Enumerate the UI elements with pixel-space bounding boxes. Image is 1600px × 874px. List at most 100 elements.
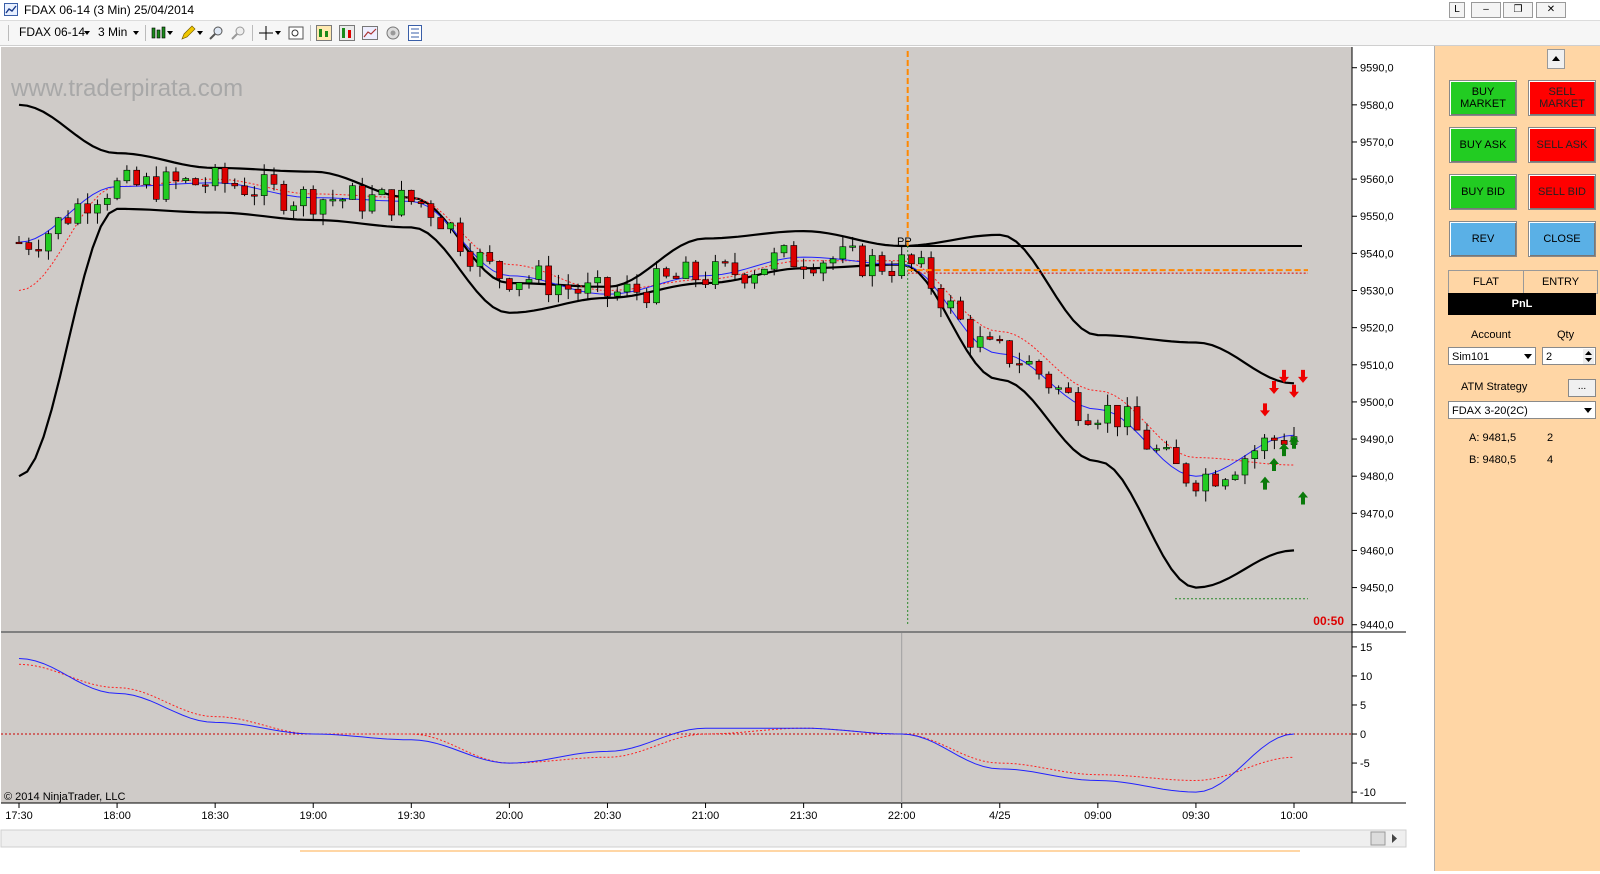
bull-candle [182,178,190,181]
buy-ask-button[interactable]: BUY ASK [1449,127,1517,163]
bull-candle [378,189,386,196]
bull-candle [525,279,533,283]
oscillator-panel[interactable] [1,633,1352,803]
price-tick-label: 9510,0 [1360,360,1394,372]
price-tick-label: 9570,0 [1360,137,1394,149]
bull-candle [123,169,131,182]
account-dropdown[interactable]: Sim101 [1448,347,1536,365]
time-tick-label: 18:00 [103,810,131,822]
bear-candle [672,275,680,279]
bear-candle [702,279,709,285]
bear-candle [496,261,503,279]
chart-area[interactable]: 9590,0 9580,0 9570,0 9560,0 9550,0 9540,0 9530… [0,46,1433,871]
link-button[interactable]: L [1449,2,1465,18]
entry-price: ENTRY [1523,270,1598,294]
bear-candle [506,278,513,290]
bear-candle [1173,447,1180,465]
chevron-down-icon [1524,354,1532,359]
time-tick-label: 18:30 [201,810,229,822]
bear-candle [133,169,140,185]
reverse-button[interactable]: REV [1449,221,1517,257]
horizontal-scrollbar[interactable] [0,829,1407,848]
bear-candle [280,183,288,211]
chevron-down-icon[interactable] [132,29,140,37]
bull-candle [918,257,925,265]
osc-tick-label: 15 [1360,642,1372,654]
snapshot-icon[interactable] [385,25,401,41]
bear-candle [1065,387,1072,393]
scrollbar-thumb[interactable] [1370,831,1386,846]
bull-candle [613,291,621,297]
ninjatrader-app-icon [4,3,18,16]
bear-candle [486,252,494,262]
chevron-down-icon[interactable] [274,29,282,37]
osc-tick-label: -5 [1360,758,1370,770]
zoom-out-icon[interactable] [230,25,246,41]
bear-candle [358,185,366,212]
restore-button[interactable]: ❐ [1503,2,1533,18]
interval-selector[interactable]: 3 Min [98,25,127,39]
bear-candle [309,189,317,215]
time-tick-label: 09:00 [1084,810,1112,822]
price-chart[interactable]: 9590,0 9580,0 9570,0 9560,0 9550,0 9540,0 9530… [0,46,1433,871]
chevron-down-icon[interactable] [83,29,91,37]
bear-candle [859,245,866,277]
bear-candle [1271,437,1278,441]
panel-scroll-up-button[interactable] [1547,49,1565,69]
time-tick-label: 09:30 [1182,810,1210,822]
close-position-button[interactable]: CLOSE [1528,221,1596,257]
time-tick-label: 17:30 [5,810,33,822]
indicators-icon[interactable] [316,25,332,41]
osc-tick-label: 5 [1360,700,1366,712]
atm-strategy-edit-button[interactable]: ... [1568,379,1596,397]
osc-tick-label: 0 [1360,729,1366,741]
bear-candle [1006,340,1013,364]
sell-bid-button[interactable]: SELL BID [1528,174,1596,210]
atm-strategy-dropdown[interactable]: FDAX 3-20(2C) [1448,401,1596,419]
bear-candle [1035,361,1043,375]
bull-candle [1153,448,1160,451]
atm-strategy-label: ATM Strategy [1461,381,1528,393]
bull-candle [555,284,562,296]
price-tick-label: 9560,0 [1360,174,1394,186]
bear-candle [1212,473,1219,487]
bear-candle [192,178,199,186]
osc-tick-label: 10 [1360,671,1372,683]
qty-label: Qty [1557,329,1575,341]
pnl-display: PnL [1448,293,1596,315]
chart-properties-icon[interactable] [362,25,378,41]
chevron-down-icon[interactable] [166,29,174,37]
bear-candle [790,245,798,268]
bear-candle [417,201,425,204]
buy-bid-button[interactable]: BUY BID [1449,174,1517,210]
bull-candle [515,282,523,290]
buy-market-button[interactable]: BUY MARKET [1449,80,1517,116]
strategies-icon[interactable] [339,25,355,41]
bull-candle [819,262,827,274]
price-tick-label: 9440,0 [1360,620,1394,632]
bull-candle [584,282,592,294]
price-tick-label: 9590,0 [1360,63,1394,75]
instrument-selector[interactable]: FDAX 06-14 [19,25,85,39]
chart-style-icon[interactable] [151,25,167,41]
stepper-arrows-icon[interactable] [1583,349,1594,364]
chevron-down-icon[interactable] [196,29,204,37]
close-window-button[interactable]: ✕ [1536,2,1566,18]
chart-trader-icon[interactable] [407,25,423,41]
bear-candle [457,222,464,252]
bear-candle [221,167,229,184]
minimize-button[interactable]: – [1471,2,1501,18]
data-box-icon[interactable] [288,25,304,41]
bear-candle [427,203,435,218]
bull-candle [712,261,719,285]
sell-ask-button[interactable]: SELL ASK [1528,127,1596,163]
zoom-in-icon[interactable] [208,25,224,41]
bear-candle [202,184,209,187]
crosshair-icon[interactable] [258,25,274,41]
quantity-stepper[interactable]: 2 [1542,347,1596,365]
drawing-pencil-icon[interactable] [180,25,196,41]
bull-candle [623,283,631,293]
bull-candle [1055,387,1062,390]
window-titlebar: FDAX 06-14 (3 Min) 25/04/2014 L – ❐ ✕ [0,0,1600,21]
sell-market-button[interactable]: SELL MARKET [1528,80,1596,116]
